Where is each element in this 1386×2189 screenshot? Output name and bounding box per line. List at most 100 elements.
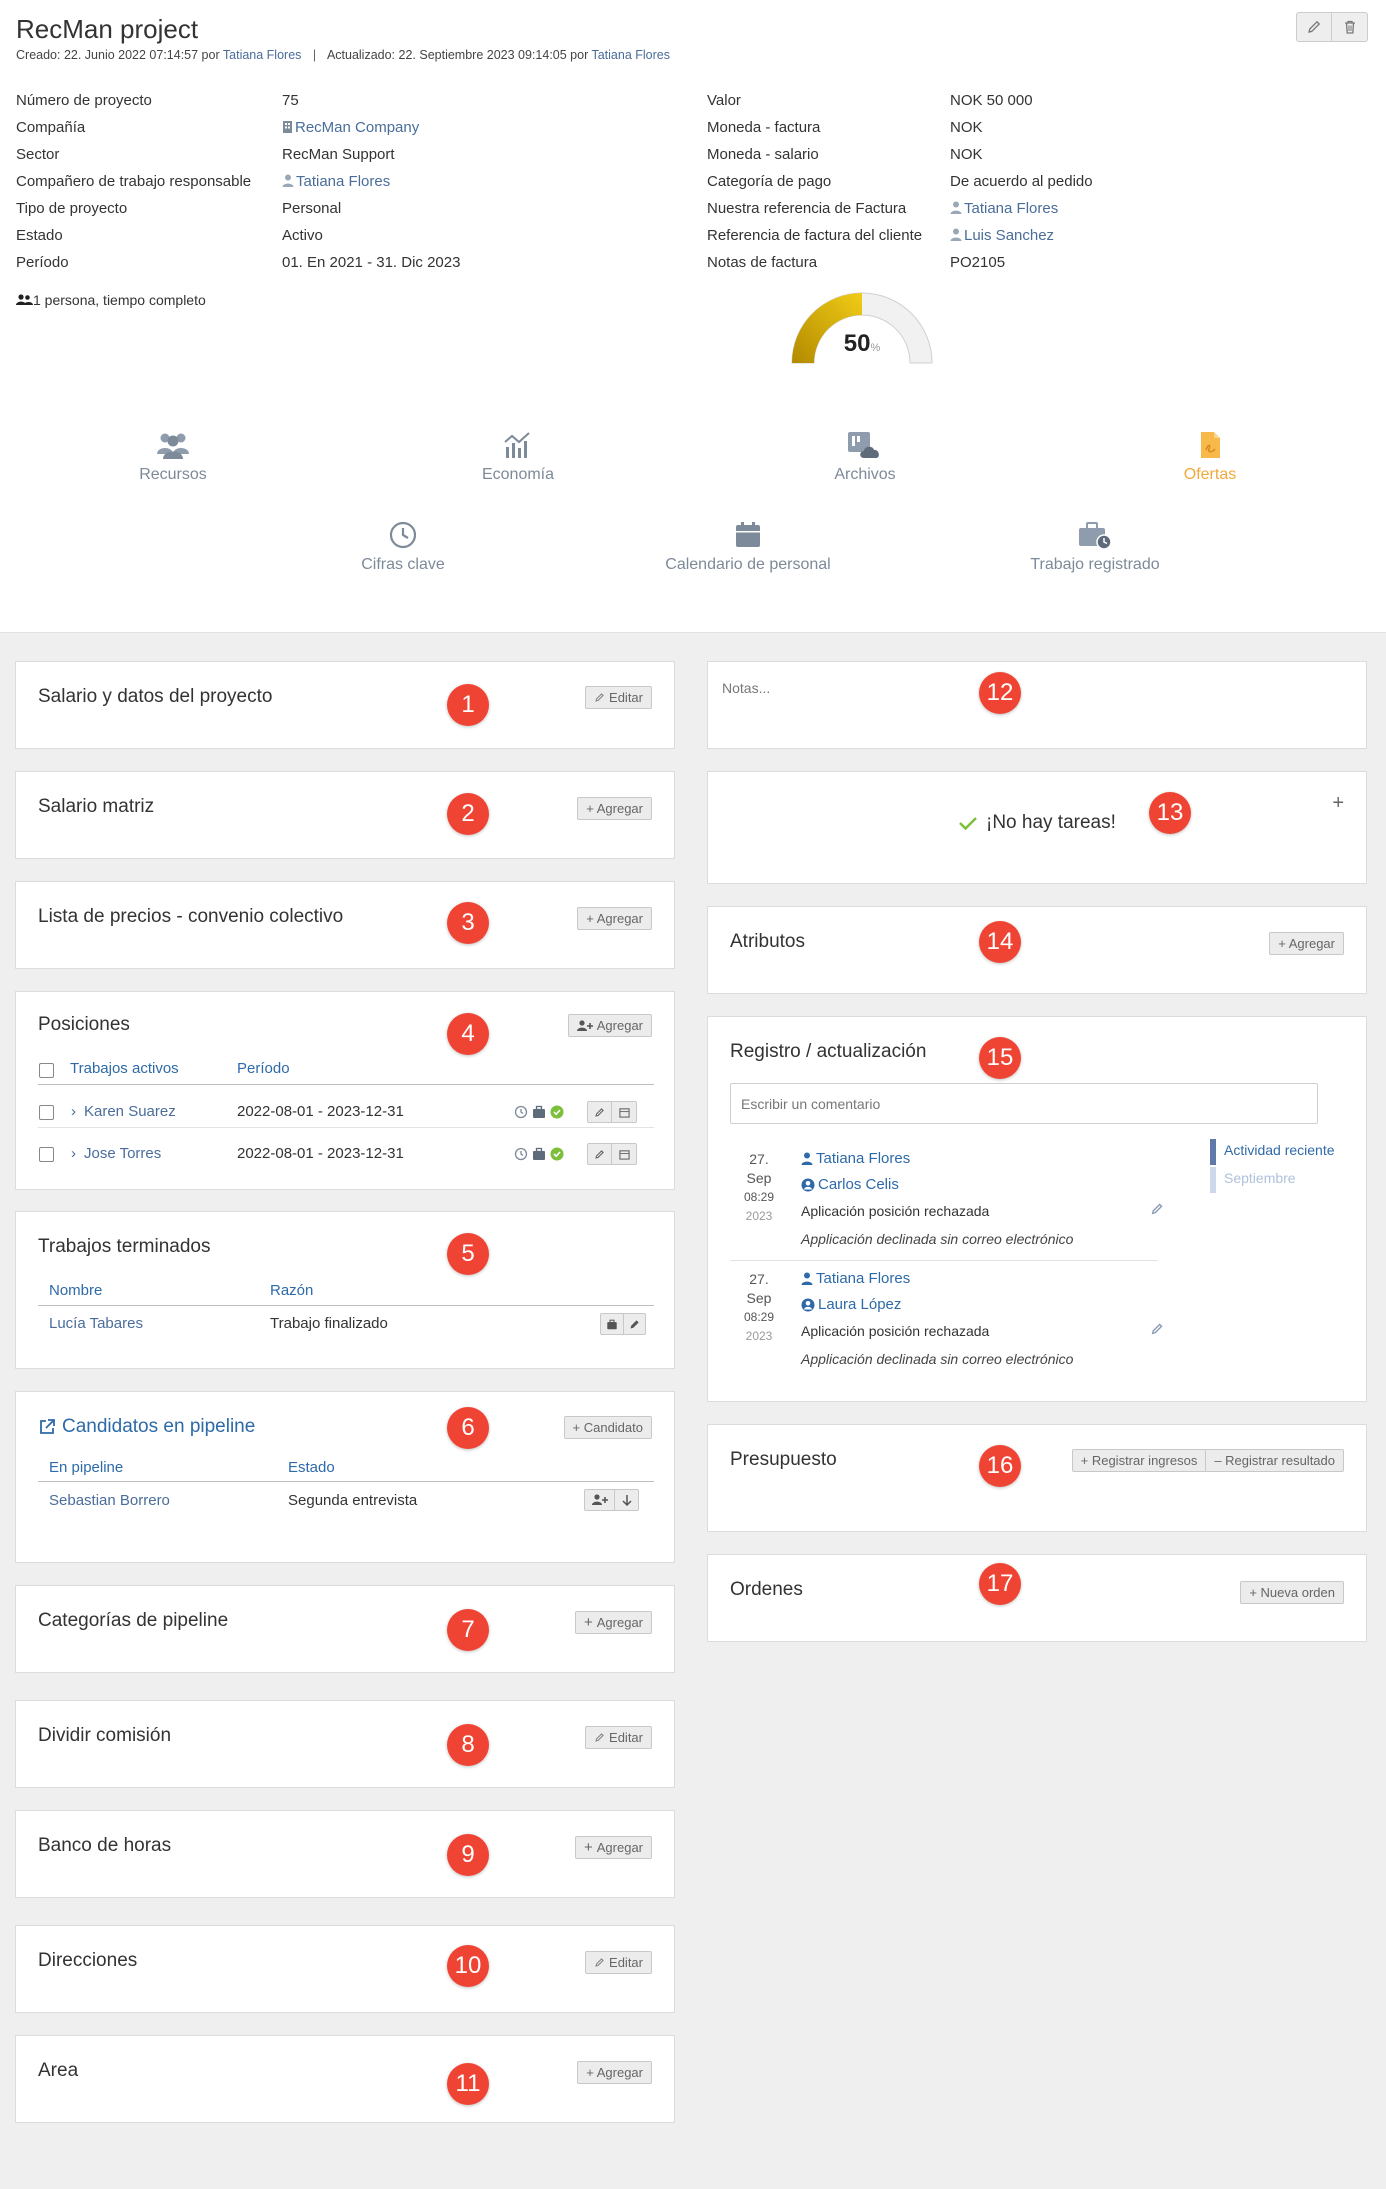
people-group-icon [157, 433, 189, 459]
row-actions [587, 1101, 637, 1123]
col-nombre[interactable]: Nombre [49, 1282, 102, 1299]
external-link-icon [40, 1419, 55, 1434]
nav-archivos[interactable]: Archivos [790, 430, 940, 484]
add-person-icon [591, 1494, 608, 1505]
info-row: Notas de factura PO2105 [707, 254, 1006, 271]
add-banco-horas-button[interactable]: + Agregar [574, 1836, 652, 1859]
add-candidate-button[interactable]: + Candidato [563, 1416, 652, 1439]
col-estado[interactable]: Estado [288, 1459, 335, 1476]
edit-row-button[interactable] [624, 1313, 646, 1335]
add-lista-precios-button[interactable]: + Agregar [577, 907, 652, 930]
responsible-link[interactable]: Tatiana Flores [282, 173, 390, 190]
person-icon [950, 201, 962, 214]
callout-badge: 9 [447, 1834, 489, 1876]
card-area: Area + Agregar 11 [15, 2035, 675, 2123]
edit-direcciones-button[interactable]: Editar [585, 1951, 652, 1974]
created-by-link[interactable]: Tatiana Flores [223, 48, 302, 62]
register-income-button[interactable]: + Registrar ingresos [1071, 1449, 1207, 1472]
card-presupuesto: Presupuesto + Registrar ingresos – Regis… [707, 1424, 1367, 1532]
updated-by-link[interactable]: Tatiana Flores [591, 48, 670, 62]
page-title: RecMan project [16, 14, 199, 44]
position-link[interactable]: › Karen Suarez [71, 1103, 176, 1120]
edit-row-button[interactable] [587, 1101, 612, 1123]
edit-salario-datos-button[interactable]: Editar [585, 686, 652, 709]
info-row: Moneda - salario NOK [707, 146, 983, 163]
add-categoria-button[interactable]: + Agregar [574, 1611, 652, 1634]
nav-ofertas[interactable]: Ofertas [1135, 430, 1285, 484]
info-row: Tipo de proyecto Personal [16, 200, 342, 217]
notes-placeholder: Notas... [722, 680, 771, 696]
finished-job-link[interactable]: Lucía Tabares [49, 1315, 143, 1332]
edit-log-icon[interactable] [1150, 1202, 1164, 1216]
log-user-link[interactable]: Tatiana Flores [801, 1270, 910, 1287]
comment-input[interactable]: Escribir un comentario [730, 1083, 1318, 1124]
new-order-button[interactable]: + Nueva orden [1240, 1581, 1344, 1604]
add-atributo-button[interactable]: + Agregar [1269, 932, 1344, 955]
add-position-button[interactable]: Agregar [567, 1014, 652, 1037]
budget-actions: + Registrar ingresos – Registrar resulta… [1071, 1449, 1344, 1472]
add-person-row-button[interactable] [584, 1489, 615, 1511]
calendar-row-button[interactable] [612, 1143, 637, 1165]
our-invoice-ref-link[interactable]: Tatiana Flores [950, 200, 1058, 217]
position-link[interactable]: › Jose Torres [71, 1145, 161, 1162]
calendar-icon [736, 522, 760, 547]
row-checkbox[interactable] [39, 1105, 54, 1120]
nav-economia[interactable]: Economía [443, 430, 593, 484]
project-info-list: Número de proyecto 75 Compañía RecMan Comp… [16, 87, 706, 276]
callout-badge: 7 [447, 1609, 489, 1651]
callout-badge: 4 [447, 1013, 489, 1055]
company-link[interactable]: RecMan Company [282, 119, 419, 136]
col-trabajos-activos[interactable]: Trabajos activos [70, 1060, 179, 1077]
col-periodo[interactable]: Período [237, 1060, 290, 1077]
move-down-button[interactable] [615, 1489, 639, 1511]
col-razon[interactable]: Razón [270, 1282, 313, 1299]
header-actions [1296, 12, 1368, 42]
select-all-checkbox[interactable] [39, 1063, 54, 1078]
candidate-link[interactable]: Sebastian Borrero [49, 1492, 170, 1509]
job-button[interactable] [600, 1313, 624, 1335]
edit-log-icon[interactable] [1150, 1322, 1164, 1336]
add-task-button[interactable]: + [1332, 792, 1344, 815]
callout-badge: 13 [1149, 792, 1191, 834]
pencil-icon [1308, 20, 1321, 33]
pipeline-title-link[interactable]: Candidatos en pipeline [38, 1416, 255, 1438]
nav-cifras-clave[interactable]: Cifras clave [328, 520, 478, 574]
card-notas[interactable]: Notas... 12 [707, 661, 1367, 749]
add-area-button[interactable]: + Agregar [577, 2061, 652, 2084]
person-icon [801, 1152, 813, 1165]
finance-info-list: Valor NOK 50 000 Moneda - factura NOK Mone… [707, 87, 1377, 276]
col-en-pipeline[interactable]: En pipeline [49, 1459, 123, 1476]
info-row: Período 01. En 2021 - 31. Dic 2023 [16, 254, 461, 271]
info-row: Número de proyecto 75 [16, 92, 299, 109]
edit-comision-button[interactable]: Editar [585, 1726, 652, 1749]
calendar-icon [618, 1149, 630, 1160]
checkmark-icon [959, 817, 977, 831]
pencil-icon [595, 1733, 604, 1742]
log-candidate-link[interactable]: Carlos Celis [801, 1176, 899, 1193]
log-candidate-link[interactable]: Laura López [801, 1296, 901, 1313]
card-categorias-pipeline: Categorías de pipeline + Agregar 7 [15, 1585, 675, 1673]
row-divider [38, 1127, 654, 1128]
register-result-button[interactable]: – Registrar resultado [1206, 1449, 1344, 1472]
add-salario-matriz-button[interactable]: + Agregar [577, 797, 652, 820]
card-registro: Registro / actualización 15 Escribir un … [707, 1016, 1367, 1402]
log-user-link[interactable]: Tatiana Flores [801, 1150, 910, 1167]
edit-project-button[interactable] [1296, 12, 1332, 42]
edit-row-button[interactable] [587, 1143, 612, 1165]
callout-badge: 11 [447, 2063, 489, 2105]
pencil-icon [595, 1958, 604, 1967]
timeline-month[interactable]: Septiembre [1210, 1167, 1335, 1198]
log-timeline: Actividad reciente Septiembre [1210, 1139, 1335, 1198]
client-invoice-ref-link[interactable]: Luis Sanchez [950, 227, 1054, 244]
card-salario-datos: Salario y datos del proyecto Editar 1 [15, 661, 675, 749]
calendar-row-button[interactable] [612, 1101, 637, 1123]
row-checkbox[interactable] [39, 1147, 54, 1162]
card-posiciones: Posiciones Agregar 4 Trabajos activos Pe… [15, 991, 675, 1190]
timeline-recent[interactable]: Actividad reciente [1210, 1139, 1335, 1170]
info-row: Sector RecMan Support [16, 146, 395, 163]
nav-recursos[interactable]: Recursos [98, 430, 248, 484]
nav-trabajo-registrado[interactable]: Trabajo registrado [1000, 520, 1190, 574]
check-circle-icon [550, 1147, 564, 1161]
nav-calendario-personal[interactable]: Calendario de personal [628, 520, 868, 574]
delete-project-button[interactable] [1332, 12, 1368, 42]
